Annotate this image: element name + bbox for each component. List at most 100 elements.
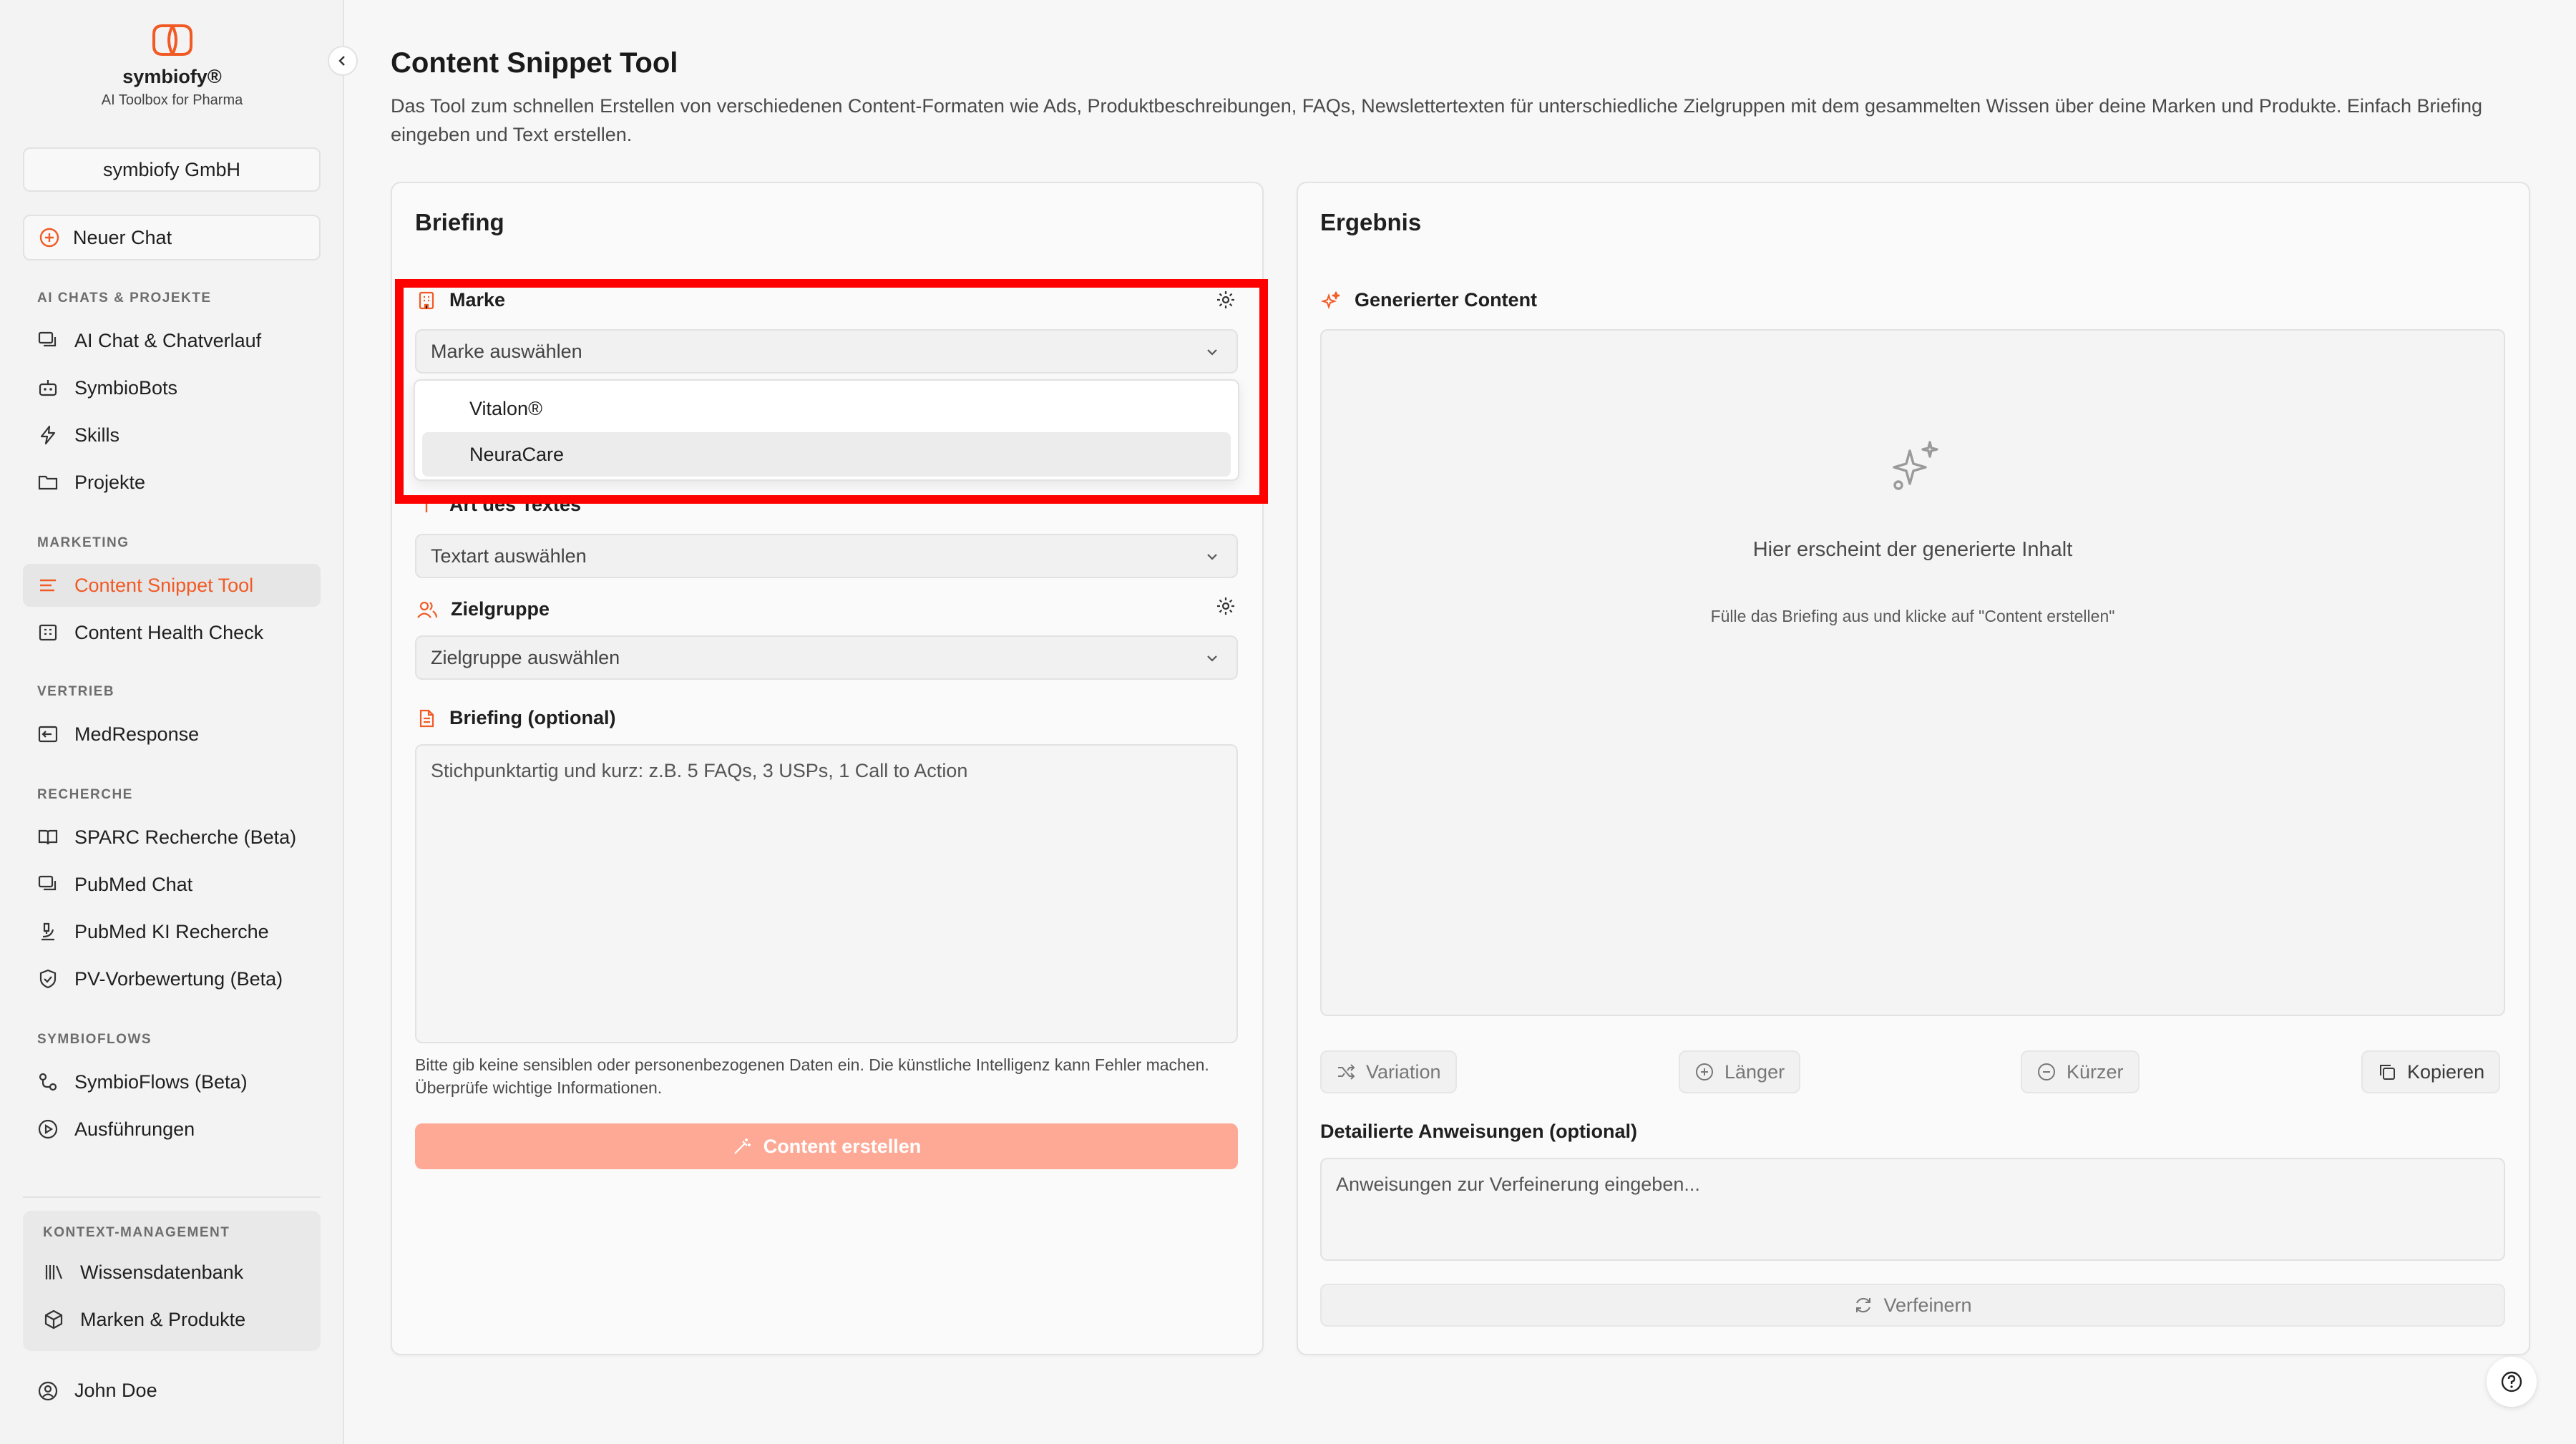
art-label-text: Art des Textes [449,494,582,515]
marke-label: Marke [416,289,505,311]
sidebar-item-label: Ausführungen [74,1118,195,1140]
sidebar-item-medresponse[interactable]: MedResponse [23,713,321,756]
context-management-panel: KONTEXT-MANAGEMENT Wissensdatenbank Mark… [23,1211,321,1351]
sidebar-item-label: Skills [74,424,120,446]
laenger-label: Länger [1724,1060,1785,1083]
refine-label: Detailierte Anweisungen (optional) [1320,1121,1637,1143]
sidebar-item-content-health-check[interactable]: Content Health Check [23,611,321,654]
sidebar-item-label: Marken & Produkte [80,1308,246,1330]
marke-option-vitalon[interactable]: Vitalon® [422,386,1231,431]
sidebar-item-label: SymbioBots [74,376,178,399]
shuffle-icon [1338,1064,1355,1080]
sidebar-item-projekte[interactable]: Projekte [23,461,321,504]
help-icon [2501,1371,2522,1392]
refine-label-text: Detailierte Anweisungen (optional) [1320,1121,1638,1142]
sidebar-item-sparc[interactable]: SPARC Recherche (Beta) [23,816,321,859]
marke-select[interactable]: Marke auswählen [415,329,1238,374]
marke-select-value: Marke auswählen [431,340,582,362]
sidebar-item-label: Wissensdatenbank [80,1261,244,1283]
briefing-optional-label: Briefing (optional) [416,707,615,729]
section-title-symbioflows: SYMBIOFLOWS [37,1032,152,1047]
sidebar-item-ausfuehrungen[interactable]: Ausführungen [23,1108,321,1151]
user-profile[interactable]: John Doe [37,1380,157,1402]
chevron-left-icon [338,56,345,66]
sidebar-item-pubmed-chat[interactable]: PubMed Chat [23,863,321,906]
sidebar-item-pubmed-ki[interactable]: PubMed KI Recherche [23,910,321,953]
briefing-textarea[interactable]: Stichpunktartig und kurz: z.B. 5 FAQs, 3… [415,744,1238,1043]
zielgruppe-label: Zielgruppe [416,598,550,620]
kopieren-button[interactable]: Kopieren [2361,1050,2501,1093]
logo-icon [152,24,192,56]
sidebar-item-label: PubMed KI Recherche [74,920,269,942]
zielgruppe-select-value: Zielgruppe auswählen [431,646,620,668]
microscope-icon [42,922,54,941]
kopieren-label: Kopieren [2407,1060,2485,1083]
marke-label-text: Marke [449,289,506,311]
zielgruppe-select[interactable]: Zielgruppe auswählen [415,635,1238,680]
play-icon [38,1119,58,1139]
content-erstellen-button[interactable]: Content erstellen [415,1123,1238,1169]
content-erstellen-label: Content erstellen [763,1135,922,1157]
briefing-title: Briefing [415,209,504,235]
sidebar-item-content-snippet-tool[interactable]: Content Snippet Tool [23,564,321,607]
generated-content-label-text: Generierter Content [1355,289,1538,311]
section-title-ai-chats: AI CHATS & PROJEKTE [37,291,212,306]
building-icon [419,291,434,309]
plus-circle-icon [39,228,59,248]
reply-icon [38,726,58,743]
brand-tagline: AI Toolbox for Pharma [101,92,243,108]
user-avatar-icon [38,1381,58,1400]
marke-settings-gear-icon[interactable] [1215,289,1236,311]
privacy-hint: Bitte gib keine sensiblen oder personenb… [415,1055,1209,1097]
help-button[interactable] [2487,1357,2537,1407]
sidebar-item-symbiobots[interactable]: SymbioBots [23,366,321,409]
brand-logo: symbiofy® AI Toolbox for Pharma [0,21,344,109]
sidebar-item-ai-chat[interactable]: AI Chat & Chatverlauf [23,319,321,362]
laenger-button[interactable]: Länger [1679,1050,1801,1093]
kuerzer-button[interactable]: Kürzer [2021,1050,2140,1093]
library-icon [45,1265,63,1279]
context-management-title: KONTEXT-MANAGEMENT [43,1225,230,1240]
text-type-icon [420,498,433,512]
chevron-down-icon [1207,554,1217,560]
zielgruppe-settings-gear-icon[interactable] [1215,595,1236,617]
sidebar-item-wissensdatenbank[interactable]: Wissensdatenbank [43,1252,243,1292]
briefing-optional-label-text: Briefing (optional) [449,707,616,728]
brand-name: symbiofy® [122,66,222,87]
sidebar-item-label: Projekte [74,471,146,493]
empty-state-title: Hier erscheint der generierte Inhalt [1752,538,2073,561]
sidebar-item-skills[interactable]: Skills [23,414,321,457]
new-chat-label: Neuer Chat [73,226,172,248]
sidebar-item-label: SymbioFlows (Beta) [74,1070,248,1093]
lines-icon [40,579,56,592]
verfeinern-button[interactable]: Verfeinern [1320,1284,2505,1327]
refine-textarea[interactable]: Anweisungen zur Verfeinerung eingeben... [1320,1158,2505,1261]
building-icon [39,624,57,641]
shield-icon [39,969,57,989]
company-selector[interactable]: symbiofy GmbH [23,147,321,192]
sparkles-icon [1893,441,1938,490]
sidebar-item-pv-vorbewertung[interactable]: PV-Vorbewertung (Beta) [23,957,321,1000]
sidebar-item-symbioflows[interactable]: SymbioFlows (Beta) [23,1060,321,1103]
marke-option-neuracare[interactable]: NeuraCare [422,432,1231,477]
user-name: John Doe [74,1380,157,1401]
textart-select[interactable]: Textart auswählen [415,534,1238,578]
sidebar-item-label: PubMed Chat [74,873,193,895]
variation-button[interactable]: Variation [1320,1050,1457,1093]
variation-label: Variation [1366,1060,1441,1083]
refresh-icon [1856,1297,1871,1313]
chevron-down-icon [1207,655,1217,662]
new-chat-button[interactable]: Neuer Chat [23,215,321,260]
collapse-sidebar-button[interactable] [328,46,358,76]
marke-dropdown-menu: Vitalon® NeuraCare [414,379,1239,481]
sidebar-item-label: SPARC Recherche (Beta) [74,826,297,848]
section-title-marketing: MARKETING [37,535,130,550]
art-label: Art des Textes [416,494,581,516]
plus-circle-icon [1696,1063,1713,1080]
sidebar-item-marken-produkte[interactable]: Marken & Produkte [43,1299,245,1340]
page-title: Content Snippet Tool [391,47,678,79]
sidebar-item-label: Content Snippet Tool [74,574,254,596]
section-title-vertrieb: VERTRIEB [37,684,115,699]
box-icon [44,1309,63,1330]
users-icon [417,601,438,618]
